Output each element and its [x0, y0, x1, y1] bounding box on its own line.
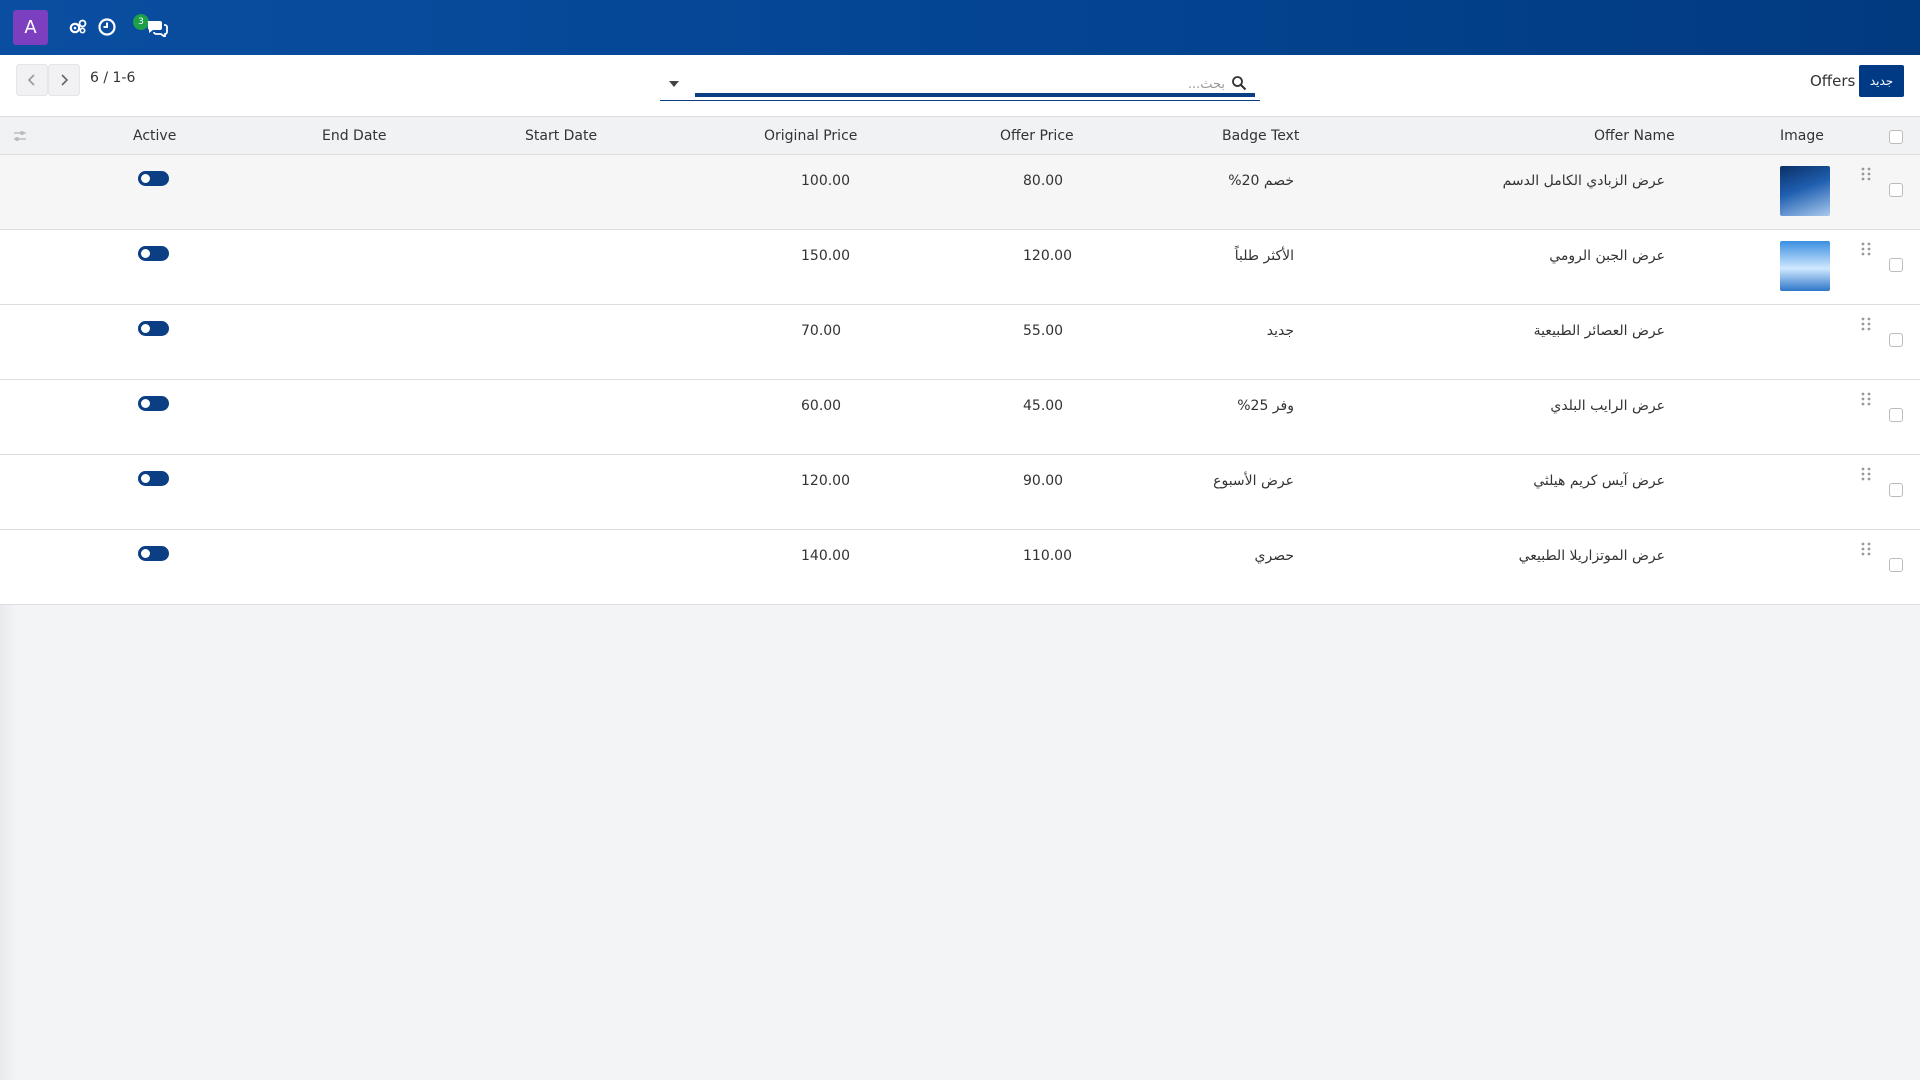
badge-text-cell: جديد — [1266, 323, 1294, 339]
pager-next-button[interactable] — [48, 64, 80, 96]
search-icon[interactable] — [1231, 75, 1247, 91]
table-row[interactable]: 70.00 55.00 جديد عرض العصائر الطبيعية — [0, 305, 1920, 380]
offer-name-cell: عرض آيس كريم هيلثي — [1533, 473, 1665, 489]
header-offer-price[interactable]: Offer Price — [1000, 128, 1074, 144]
active-toggle[interactable] — [138, 171, 169, 186]
drag-handle-icon[interactable] — [1860, 391, 1872, 407]
toggle-knob — [141, 474, 150, 483]
pager-value[interactable]: 6 / 1-6 — [90, 70, 135, 86]
offer-price-cell: 120.00 — [1023, 248, 1072, 264]
badge-text-cell: الأكثر طلباً — [1234, 248, 1294, 264]
active-toggle[interactable] — [138, 321, 169, 336]
breadcrumb-title: Offers — [1810, 72, 1856, 90]
offer-image-thumbnail[interactable] — [1780, 166, 1830, 216]
control-panel: 6 / 1-6 Offers جديد — [0, 55, 1920, 117]
table-header-row: Active End Date Start Date Original Pric… — [0, 117, 1920, 155]
offer-image-thumbnail[interactable] — [1780, 241, 1830, 291]
row-select-checkbox[interactable] — [1889, 558, 1903, 572]
header-original-price[interactable]: Original Price — [764, 128, 857, 144]
offer-price-cell: 45.00 — [1023, 398, 1064, 414]
top-navbar: A 3 — [0, 0, 1920, 55]
badge-text-cell: خصم 20% — [1228, 173, 1294, 189]
badge-text-cell: عرض الأسبوع — [1213, 473, 1294, 489]
offers-list-table: Active End Date Start Date Original Pric… — [0, 117, 1920, 605]
offer-price-cell: 80.00 — [1023, 173, 1064, 189]
original-price-cell: 100.00 — [801, 173, 850, 189]
toggle-knob — [141, 549, 150, 558]
drag-handle-icon[interactable] — [1860, 466, 1872, 482]
clock-icon[interactable] — [97, 17, 117, 37]
offer-price-cell: 90.00 — [1023, 473, 1064, 489]
drag-handle-icon[interactable] — [1860, 166, 1872, 182]
badge-text-cell: حصري — [1254, 548, 1294, 564]
new-record-button[interactable]: جديد — [1859, 65, 1904, 97]
row-select-checkbox[interactable] — [1889, 183, 1903, 197]
toggle-knob — [141, 249, 150, 258]
chat-icon[interactable] — [145, 17, 169, 37]
search-underline — [695, 73, 1255, 97]
drag-handle-icon[interactable] — [1860, 541, 1872, 557]
original-price-cell: 70.00 — [801, 323, 842, 339]
offer-price-cell: 55.00 — [1023, 323, 1064, 339]
table-body: 100.00 80.00 خصم 20% عرض الزبادي الكامل الد… — [0, 155, 1920, 605]
row-select-checkbox[interactable] — [1889, 483, 1903, 497]
active-toggle[interactable] — [138, 396, 169, 411]
row-select-checkbox[interactable] — [1889, 333, 1903, 347]
header-end-date[interactable]: End Date — [322, 128, 387, 144]
active-toggle[interactable] — [138, 246, 169, 261]
drag-handle-icon[interactable] — [1860, 316, 1872, 332]
chevron-left-icon — [27, 74, 35, 86]
active-toggle[interactable] — [138, 546, 169, 561]
header-badge-text[interactable]: Badge Text — [1222, 128, 1299, 144]
table-row[interactable]: 100.00 80.00 خصم 20% عرض الزبادي الكامل الد… — [0, 155, 1920, 230]
offer-name-cell: عرض الرايب البلدي — [1550, 398, 1665, 414]
search-panel — [660, 69, 1260, 101]
optional-columns-icon[interactable] — [12, 128, 28, 144]
active-toggle[interactable] — [138, 471, 169, 486]
select-all-checkbox[interactable] — [1889, 130, 1903, 144]
table-row[interactable]: 150.00 120.00 الأكثر طلباً عرض الجبن الرومي — [0, 230, 1920, 305]
chevron-right-icon — [61, 74, 69, 86]
row-select-checkbox[interactable] — [1889, 408, 1903, 422]
offer-price-cell: 110.00 — [1023, 548, 1072, 564]
offer-name-cell: عرض الجبن الرومي — [1549, 248, 1665, 264]
header-start-date[interactable]: Start Date — [525, 128, 597, 144]
table-row[interactable]: 140.00 110.00 حصري عرض الموتزاريلا الطبيعي — [0, 530, 1920, 605]
original-price-cell: 60.00 — [801, 398, 842, 414]
badge-text-cell: وفر 25% — [1237, 398, 1294, 414]
header-image[interactable]: Image — [1780, 128, 1824, 144]
original-price-cell: 120.00 — [801, 473, 850, 489]
header-offer-name[interactable]: Offer Name — [1594, 128, 1675, 144]
original-price-cell: 140.00 — [801, 548, 850, 564]
toggle-knob — [141, 324, 150, 333]
header-active[interactable]: Active — [133, 128, 176, 144]
offer-name-cell: عرض الموتزاريلا الطبيعي — [1518, 548, 1665, 564]
offer-name-cell: عرض العصائر الطبيعية — [1533, 323, 1665, 339]
row-select-checkbox[interactable] — [1889, 258, 1903, 272]
original-price-cell: 150.00 — [801, 248, 850, 264]
drag-handle-icon[interactable] — [1860, 241, 1872, 257]
toggle-knob — [141, 174, 150, 183]
table-row[interactable]: 60.00 45.00 وفر 25% عرض الرايب البلدي — [0, 380, 1920, 455]
app-switcher-avatar[interactable]: A — [13, 10, 48, 45]
offer-name-cell: عرض الزبادي الكامل الدسم — [1502, 173, 1665, 189]
table-row[interactable]: 120.00 90.00 عرض الأسبوع عرض آيس كريم هيلثي — [0, 455, 1920, 530]
search-input[interactable] — [725, 75, 1225, 93]
pager-previous-button[interactable] — [16, 64, 48, 96]
settings-cog-icon[interactable] — [68, 17, 88, 37]
toggle-knob — [141, 399, 150, 408]
caret-down-icon[interactable] — [668, 79, 680, 89]
